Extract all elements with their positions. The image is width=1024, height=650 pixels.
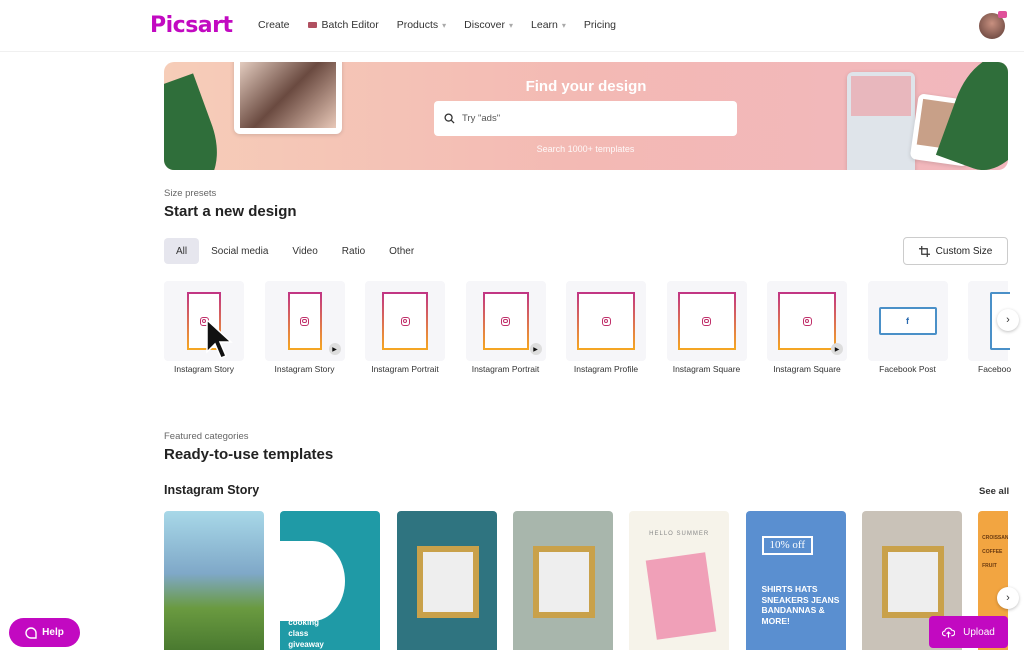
template-text: cooking class giveaway bbox=[288, 618, 324, 649]
preset-label: Instagram Square bbox=[773, 364, 841, 374]
nav-create[interactable]: Create bbox=[258, 19, 290, 31]
upload-label: Upload bbox=[963, 626, 995, 638]
preset-label: Facebook Post bbox=[879, 364, 936, 374]
nav-label: Batch Editor bbox=[321, 19, 379, 31]
preset-card[interactable] bbox=[365, 281, 445, 361]
search-placeholder: Try "ads" bbox=[462, 113, 501, 124]
preset-frame bbox=[382, 292, 428, 350]
custom-size-button[interactable]: Custom Size bbox=[903, 237, 1008, 265]
nav-batch-editor[interactable]: Batch Editor bbox=[307, 19, 379, 31]
preset-frame bbox=[778, 292, 836, 350]
instagram-icon bbox=[300, 316, 309, 326]
preset-label: Instagram Story bbox=[174, 364, 234, 374]
chat-bubble-icon bbox=[25, 626, 37, 639]
preset-label: Instagram Portrait bbox=[471, 364, 540, 374]
batch-editor-icon bbox=[307, 22, 317, 28]
preset-label: Instagram Square bbox=[672, 364, 741, 374]
preset-frame bbox=[482, 292, 529, 350]
preset-label: Instagram Story bbox=[274, 364, 335, 374]
chevron-down-icon: ▾ bbox=[509, 21, 514, 30]
crop-icon bbox=[918, 245, 930, 257]
instagram-icon bbox=[400, 316, 410, 326]
instagram-icon bbox=[702, 316, 711, 326]
preset-frame bbox=[577, 292, 635, 350]
custom-size-label: Custom Size bbox=[935, 245, 993, 257]
preset-frame bbox=[287, 292, 322, 350]
template-list-text: SHIRTS HATS SNEAKERS JEANS BANDANNAS & M… bbox=[761, 584, 840, 626]
preset-tabs: All Social media Video Ratio Other bbox=[164, 238, 426, 264]
tab-all[interactable]: All bbox=[164, 238, 200, 264]
template-card[interactable]: HELLO SUMMER bbox=[629, 511, 730, 650]
preset-label: Instagram Portrait bbox=[371, 364, 439, 374]
video-play-icon: ▶ bbox=[831, 343, 843, 355]
preset-card[interactable]: f bbox=[867, 281, 948, 361]
tab-other[interactable]: Other bbox=[377, 238, 426, 264]
video-play-icon: ▶ bbox=[328, 343, 341, 355]
section-title: Start a new design bbox=[164, 203, 297, 220]
nav-label: Products bbox=[396, 19, 439, 31]
template-text: 10% off bbox=[761, 536, 814, 555]
presets-next-arrow[interactable]: › bbox=[997, 309, 1019, 331]
template-card[interactable] bbox=[512, 511, 613, 650]
see-all-link[interactable]: See all bbox=[979, 486, 1009, 497]
nav-pricing[interactable]: Pricing bbox=[584, 19, 616, 31]
chevron-down-icon: ▾ bbox=[442, 21, 447, 30]
search-icon bbox=[444, 113, 455, 124]
instagram-icon bbox=[501, 316, 510, 326]
photo-illustration bbox=[645, 552, 717, 640]
template-card[interactable] bbox=[396, 511, 497, 650]
picsart-logo[interactable]: Picsart bbox=[150, 13, 233, 38]
template-card[interactable] bbox=[164, 511, 264, 650]
gold-frame-illustration bbox=[416, 546, 479, 618]
notification-badge bbox=[998, 11, 1007, 18]
nav-label: Discover bbox=[464, 19, 506, 31]
template-text: CROISSANT COFFEE FRUIT bbox=[982, 535, 1008, 569]
template-search-input[interactable]: Try "ads" bbox=[434, 101, 737, 136]
top-nav: Picsart Create Batch Editor Products ▾ Di… bbox=[0, 0, 1024, 52]
tab-social-media[interactable]: Social media bbox=[199, 238, 280, 264]
preset-label: Instagram Profile bbox=[573, 364, 639, 374]
preset-card[interactable]: ▶ bbox=[264, 281, 345, 361]
gold-frame-illustration bbox=[532, 546, 595, 618]
preset-card[interactable] bbox=[666, 281, 747, 361]
preset-card[interactable]: ▶ bbox=[767, 281, 847, 361]
section-eyebrow: Featured categories bbox=[164, 431, 249, 442]
plate-illustration bbox=[280, 541, 346, 621]
cloud-upload-icon bbox=[942, 627, 956, 638]
preset-label: Faceboo bbox=[978, 364, 1012, 374]
chevron-down-icon: ▾ bbox=[561, 21, 566, 30]
instagram-icon bbox=[601, 316, 611, 326]
category-title: Instagram Story bbox=[164, 483, 260, 497]
video-play-icon: ▶ bbox=[529, 343, 542, 355]
nav-discover[interactable]: Discover ▾ bbox=[464, 19, 513, 31]
template-text: HELLO SUMMER bbox=[649, 531, 710, 537]
preset-card[interactable]: ▶ bbox=[465, 281, 546, 361]
banner-photo bbox=[234, 62, 342, 134]
preset-frame bbox=[677, 292, 736, 350]
section-title: Ready-to-use templates bbox=[164, 446, 334, 463]
tab-ratio[interactable]: Ratio bbox=[330, 238, 377, 264]
banner-photo bbox=[847, 72, 915, 170]
templates-next-arrow[interactable]: › bbox=[997, 587, 1019, 609]
section-eyebrow: Size presets bbox=[164, 188, 217, 199]
help-label: Help bbox=[42, 627, 64, 638]
mouse-cursor-icon bbox=[206, 318, 233, 359]
template-card[interactable]: 10% off SHIRTS HATS SNEAKERS JEANS BANDAN… bbox=[745, 511, 846, 650]
facebook-icon: f bbox=[906, 316, 909, 326]
nav-label: Learn bbox=[531, 19, 558, 31]
gold-frame-illustration bbox=[881, 546, 944, 618]
upload-button[interactable]: Upload bbox=[929, 616, 1008, 648]
nav-products[interactable]: Products ▾ bbox=[397, 19, 446, 31]
banner-subtitle: Search 1000+ templates bbox=[536, 144, 635, 154]
help-button[interactable]: Help bbox=[9, 618, 80, 647]
instagram-icon bbox=[802, 316, 812, 326]
tab-video[interactable]: Video bbox=[280, 238, 329, 264]
preset-card[interactable] bbox=[566, 281, 646, 361]
nav-learn[interactable]: Learn ▾ bbox=[531, 19, 566, 31]
template-card[interactable]: cooking class giveaway bbox=[280, 511, 381, 650]
search-banner: Find your design Try "ads" Search 1000+ … bbox=[164, 62, 1008, 170]
preset-frame: f bbox=[878, 307, 937, 335]
